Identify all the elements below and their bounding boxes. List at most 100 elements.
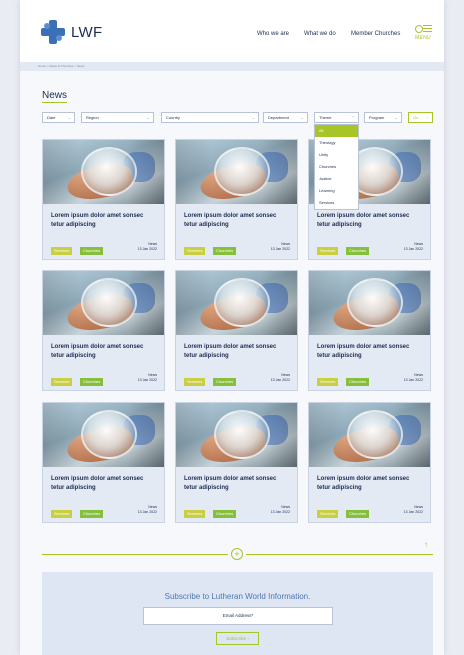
card-meta: News 13 Jan 2022	[404, 373, 423, 383]
card-image	[43, 140, 164, 204]
page-title: News	[42, 90, 68, 101]
nav-member-churches[interactable]: Member Churches	[351, 31, 400, 37]
lwf-logo-icon	[41, 20, 65, 44]
filter-theme-label: Theme	[319, 115, 332, 120]
card-image	[43, 271, 164, 335]
filter-region[interactable]: Region ⌄	[81, 112, 154, 123]
filter-country[interactable]: Country ⌄	[161, 112, 259, 123]
tag-services[interactable]: Services	[51, 510, 73, 518]
theme-option-theology[interactable]: Theology	[315, 137, 358, 149]
tag-churches[interactable]: Churches	[80, 378, 104, 386]
tag-churches[interactable]: Churches	[213, 378, 237, 386]
card-title: Lorem ipsum dolor amet sonsec tetur adip…	[317, 476, 410, 491]
card-date: 13 Jan 2022	[403, 510, 423, 514]
card-title: Lorem ipsum dolor amet sonsec tetur adip…	[317, 213, 410, 228]
card-meta: News 13 Jan 2022	[271, 242, 290, 252]
tag-services[interactable]: Services	[184, 247, 206, 255]
logo-text: LWF	[71, 23, 103, 41]
news-card[interactable]: Lorem ipsum dolor amet sonsec tetur adip…	[308, 270, 431, 391]
theme-option-churches[interactable]: Churches	[315, 161, 358, 173]
theme-option-unity[interactable]: Unity	[315, 149, 358, 161]
tag-services[interactable]: Services	[317, 247, 339, 255]
filter-department[interactable]: Department ⌄	[263, 112, 308, 123]
search-menu-icon	[412, 24, 434, 35]
tag-services[interactable]: Services	[51, 247, 73, 255]
news-card[interactable]: Lorem ipsum dolor amet sonsec tetur adip…	[42, 139, 165, 260]
tag-services[interactable]: Services	[317, 510, 339, 518]
card-title: Lorem ipsum dolor amet sonsec tetur adip…	[317, 344, 410, 359]
tag-services[interactable]: Services	[184, 378, 206, 386]
filter-date[interactable]: Date ⌄	[42, 112, 75, 123]
news-card[interactable]: Lorem ipsum dolor amet sonsec tetur adip…	[175, 402, 298, 523]
news-card[interactable]: Lorem ipsum dolor amet sonsec tetur adip…	[175, 270, 298, 391]
tag-services[interactable]: Services	[184, 510, 206, 518]
filter-theme[interactable]: Theme ⌃	[314, 112, 359, 123]
email-field[interactable]: Email Address*	[143, 607, 333, 625]
theme-dropdown: All Theology Unity Churches Justice Lear…	[314, 124, 359, 210]
tag-churches[interactable]: Churches	[346, 510, 370, 518]
arrow-up-icon[interactable]: ↑	[424, 540, 428, 549]
tag-churches[interactable]: Churches	[213, 510, 237, 518]
card-date: 13 Jan 2022	[137, 378, 157, 382]
card-meta: News 13 Jan 2022	[271, 373, 290, 383]
card-date: 13 Jan 2022	[137, 510, 157, 514]
card-meta: News 13 Jan 2022	[404, 242, 423, 252]
news-card[interactable]: Lorem ipsum dolor amet sonsec tetur adip…	[308, 402, 431, 523]
tag-churches[interactable]: Churches	[80, 247, 104, 255]
tag-churches[interactable]: Churches	[346, 378, 370, 386]
go-button[interactable]: Go ›	[408, 112, 433, 123]
filter-program-label: Program	[369, 115, 385, 120]
subscribe-label: Subscribe	[226, 636, 247, 641]
card-image	[176, 140, 297, 204]
card-date: 13 Jan 2022	[270, 378, 290, 382]
card-meta: News 13 Jan 2022	[138, 373, 157, 383]
news-card[interactable]: Lorem ipsum dolor amet sonsec tetur adip…	[42, 270, 165, 391]
card-title: Lorem ipsum dolor amet sonsec tetur adip…	[184, 344, 277, 359]
filter-department-label: Department	[268, 115, 289, 120]
theme-option-services[interactable]: Services	[315, 197, 358, 209]
plus-icon: +	[234, 549, 240, 559]
tag-services[interactable]: Services	[51, 378, 73, 386]
card-title: Lorem ipsum dolor amet sonsec tetur adip…	[51, 344, 144, 359]
card-date: 13 Jan 2022	[403, 378, 423, 382]
news-card[interactable]: Lorem ipsum dolor amet sonsec tetur adip…	[42, 402, 165, 523]
card-date: 13 Jan 2022	[270, 510, 290, 514]
chevron-down-icon: ⌄	[251, 115, 255, 120]
card-meta: News 13 Jan 2022	[138, 505, 157, 515]
menu-button[interactable]: MENU	[412, 24, 434, 41]
card-image	[176, 403, 297, 467]
card-meta: News 13 Jan 2022	[404, 505, 423, 515]
chevron-right-icon: ›	[247, 636, 249, 641]
nav-what-we-do[interactable]: What we do	[304, 31, 336, 37]
menu-label: MENU	[415, 35, 431, 41]
news-card[interactable]: Lorem ipsum dolor amet sonsec tetur adip…	[175, 139, 298, 260]
card-image	[309, 271, 430, 335]
theme-option-justice[interactable]: Justice	[315, 173, 358, 185]
theme-option-all[interactable]: All	[315, 125, 358, 137]
divider	[246, 554, 433, 555]
filter-date-label: Date	[47, 115, 56, 120]
tag-services[interactable]: Services	[317, 378, 339, 386]
title-underline	[42, 102, 67, 103]
tag-churches[interactable]: Churches	[80, 510, 104, 518]
theme-option-learning[interactable]: Learning	[315, 185, 358, 197]
chevron-right-icon: ›	[426, 115, 428, 120]
load-more-button[interactable]: +	[231, 548, 243, 560]
logo[interactable]: LWF	[41, 20, 102, 44]
tag-churches[interactable]: Churches	[213, 247, 237, 255]
divider	[42, 554, 228, 555]
chevron-down-icon: ⌄	[146, 115, 150, 120]
filter-program[interactable]: Program ⌄	[364, 112, 402, 123]
go-label: Go	[413, 115, 419, 120]
chevron-up-icon: ⌃	[351, 115, 355, 120]
card-date: 13 Jan 2022	[403, 247, 423, 251]
card-meta: News 13 Jan 2022	[271, 505, 290, 515]
tag-churches[interactable]: Churches	[346, 247, 370, 255]
card-image	[43, 403, 164, 467]
nav-who-we-are[interactable]: Who we are	[257, 31, 289, 37]
breadcrumb[interactable]: Home > News & Churches > News	[20, 62, 444, 71]
subscribe-button[interactable]: Subscribe ›	[216, 632, 259, 645]
chevron-down-icon: ⌄	[67, 115, 71, 120]
chevron-down-icon: ⌄	[300, 115, 304, 120]
chevron-down-icon: ⌄	[394, 115, 398, 120]
